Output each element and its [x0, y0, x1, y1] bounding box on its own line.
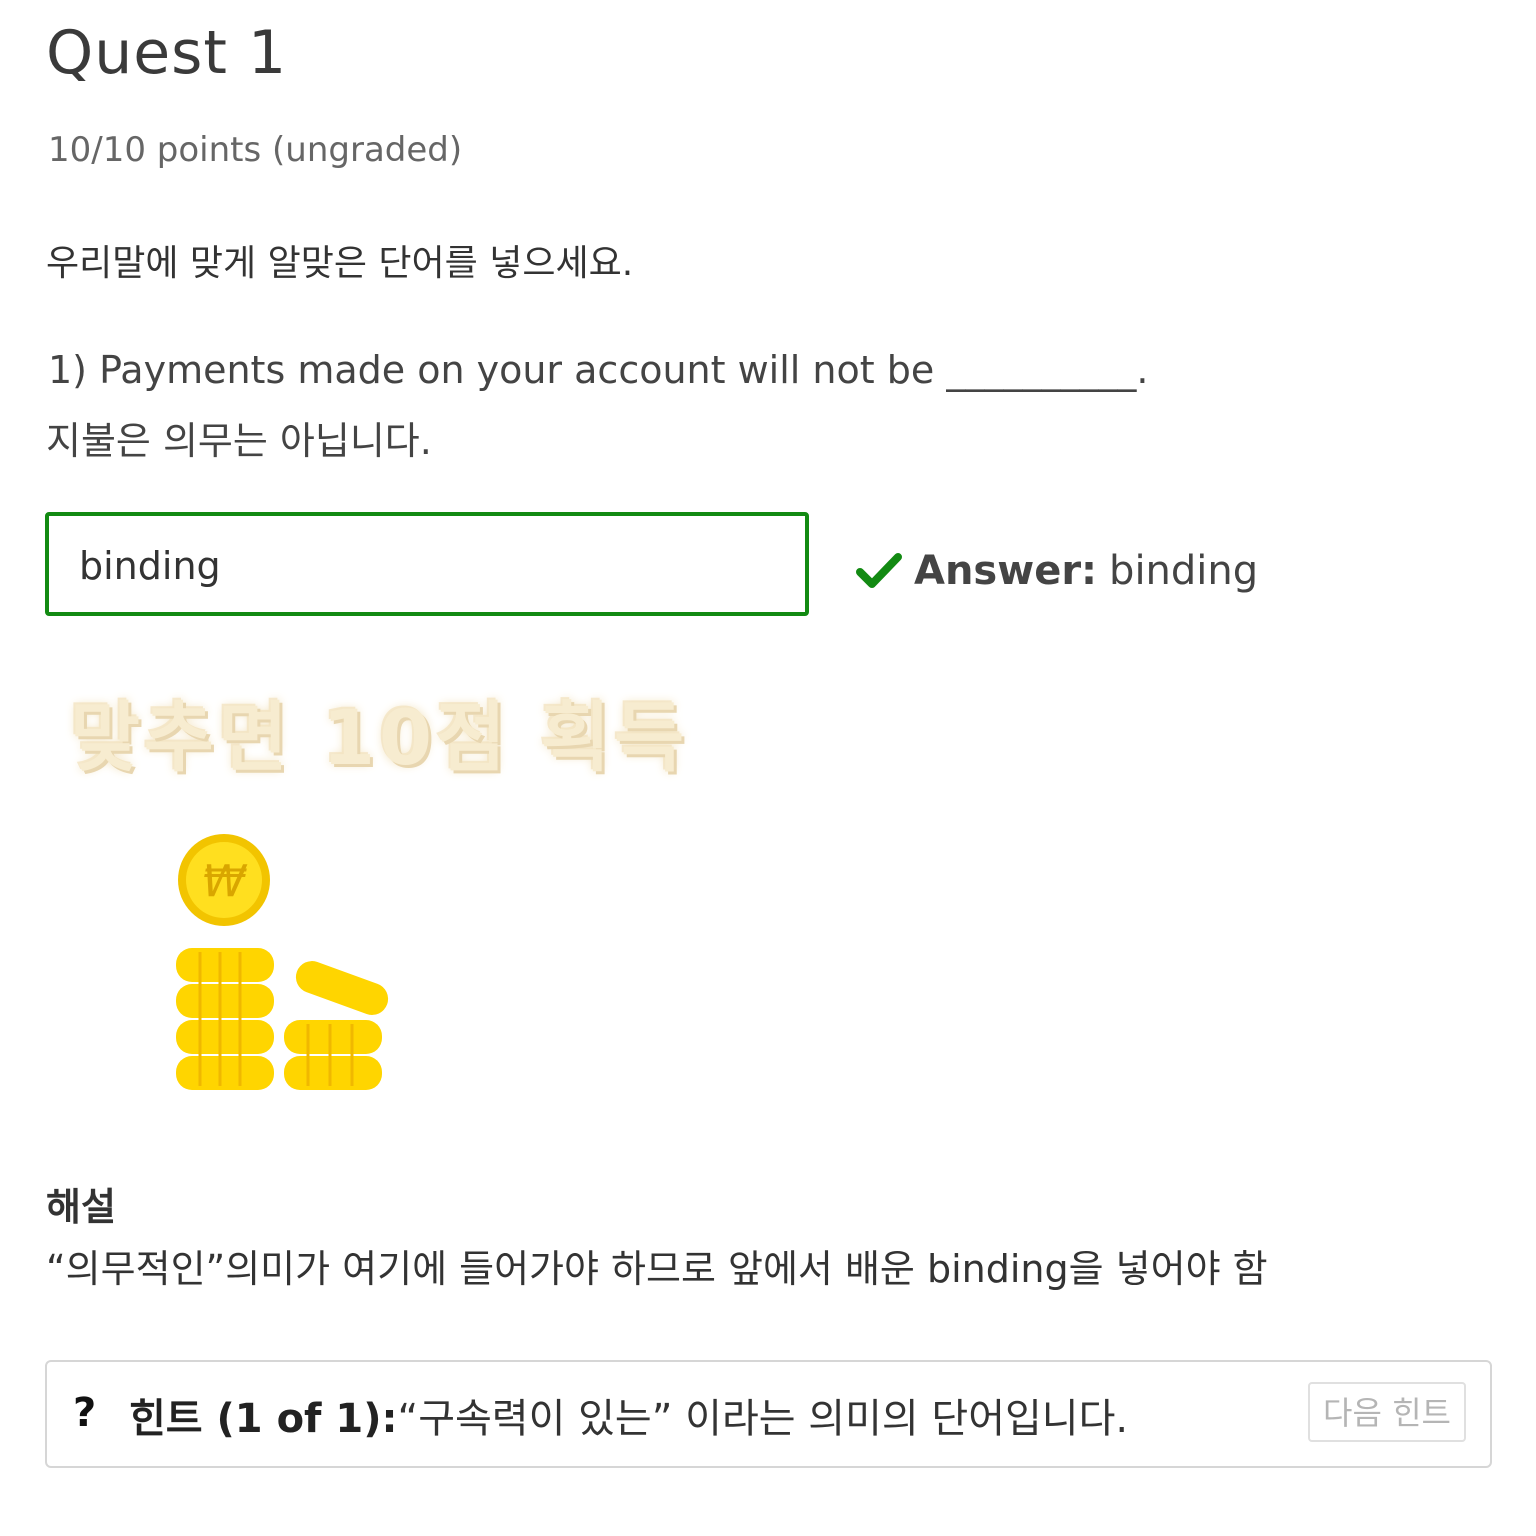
explanation-heading: 해설 — [46, 1185, 116, 1229]
feedback-label: Answer: — [914, 548, 1098, 594]
question-text: 1) Payments made on your account will no… — [48, 348, 1149, 392]
reward-banner: 맞추면 10점 획득 — [70, 693, 689, 782]
problem-instruction: 우리말에 맞게 알맞은 단어를 넣으세요. — [46, 243, 634, 284]
next-hint-button[interactable]: 다음 힌트 — [1308, 1382, 1466, 1442]
question-translation: 지불은 의무는 아닙니다. — [46, 419, 432, 463]
hint-text: “구속력이 있는” 이라는 의미의 단어입니다. — [397, 1396, 1129, 1442]
quest-page: Quest 1 10/10 points (ungraded) 우리말에 맞게 … — [0, 0, 1536, 1536]
coin-stack-icon: ₩ — [176, 834, 389, 1090]
hint-panel: ? 힌트 (1 of 1):“구속력이 있는” 이라는 의미의 단어입니다. 다… — [45, 1360, 1492, 1468]
question-mark-icon: ? — [73, 1390, 97, 1436]
answer-input-value: binding — [79, 544, 221, 588]
answer-input[interactable]: binding — [45, 512, 809, 616]
hint-content: 힌트 (1 of 1):“구속력이 있는” 이라는 의미의 단어입니다. — [129, 1386, 1128, 1444]
explanation-text: “의무적인”의미가 여기에 들어가야 하므로 앞에서 배운 binding을 넣… — [46, 1247, 1268, 1291]
page-title: Quest 1 — [46, 18, 288, 88]
coin-symbol: ₩ — [202, 856, 248, 907]
points-status: 10/10 points (ungraded) — [48, 130, 463, 170]
feedback-answer: binding — [1109, 548, 1259, 594]
answer-feedback: Answer: binding — [856, 548, 1258, 594]
hint-label: 힌트 (1 of 1): — [129, 1396, 398, 1442]
checkmark-icon — [856, 553, 902, 588]
